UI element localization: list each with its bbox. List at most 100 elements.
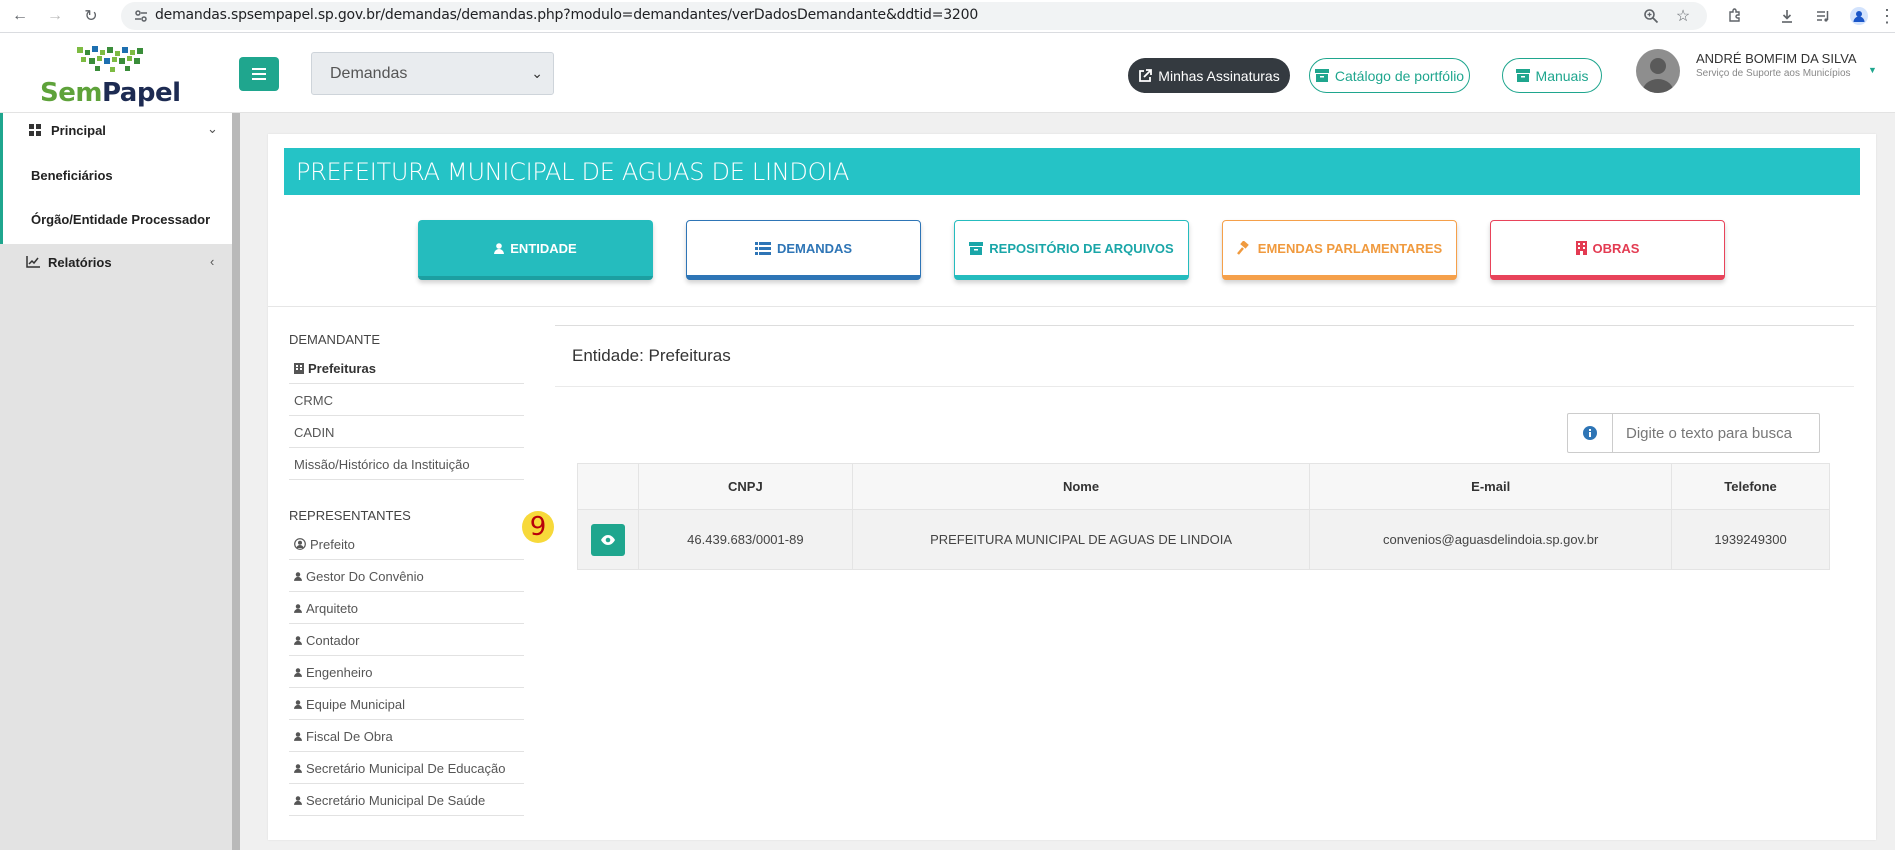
catalogo-portfolio-button[interactable]: Catálogo de portfólio	[1309, 58, 1470, 93]
user-circle-icon	[294, 538, 306, 550]
view-button[interactable]	[590, 523, 625, 556]
tab-repositorio-arquivos[interactable]: REPOSITÓRIO DE ARQUIVOS	[954, 220, 1189, 280]
item-label: Arquiteto	[306, 601, 359, 616]
info-icon[interactable]	[1568, 414, 1613, 452]
item-label: Secretário Municipal De Saúde	[306, 793, 486, 808]
reload-icon[interactable]: ↻	[80, 5, 102, 27]
profile-icon[interactable]	[1848, 5, 1870, 27]
table-header-nome[interactable]: Nome	[851, 463, 1311, 510]
item-label: Prefeito	[310, 537, 355, 552]
search-input[interactable]	[1614, 414, 1819, 452]
representantes-section-title: REPRESENTANTES	[289, 508, 411, 523]
line-chart-icon	[26, 256, 40, 268]
representante-item-fiscal-obra[interactable]: Fiscal De Obra	[289, 720, 524, 752]
manuais-button[interactable]: Manuais	[1502, 58, 1602, 93]
representante-item-equipe-municipal[interactable]: Equipe Municipal	[289, 688, 524, 720]
sidebar: Principal ⌄ Beneficiários Órgão/Entidade…	[0, 113, 232, 850]
sidebar-item-principal[interactable]: Principal	[29, 123, 106, 138]
logo-mosaic-icon	[77, 46, 143, 72]
page-title: PREFEITURA MUNICIPAL DE AGUAS DE LINDOIA	[284, 148, 1860, 195]
demandante-item-prefeituras[interactable]: Prefeituras	[289, 352, 524, 384]
bookmark-star-icon[interactable]: ☆	[1672, 5, 1694, 27]
download-icon[interactable]	[1776, 5, 1798, 27]
user-icon	[294, 700, 302, 709]
representante-item-contador[interactable]: Contador	[289, 624, 524, 656]
manuais-label: Manuais	[1535, 67, 1589, 84]
search-box	[1567, 413, 1820, 453]
logo-text: SemPapel	[40, 78, 181, 108]
table-header-cnpj[interactable]: CNPJ	[637, 463, 853, 510]
demandante-section-title: DEMANDANTE	[289, 332, 381, 347]
dashboard-icon	[29, 124, 41, 136]
sidebar-item-orgao-entidade[interactable]: Órgão/Entidade Processador	[31, 212, 210, 227]
user-organization: Serviço de Suporte aos Municípios	[1696, 68, 1851, 79]
item-label: Contador	[306, 633, 360, 648]
user-icon	[294, 572, 302, 581]
extensions-icon[interactable]	[1724, 5, 1746, 27]
user-icon	[294, 764, 302, 773]
table-cell-telefone: 1939249300	[1671, 509, 1830, 570]
chevron-left-icon[interactable]: ‹	[210, 254, 214, 269]
annotation-number-badge: 9	[522, 511, 554, 543]
module-select[interactable]: Demandas ⌄	[311, 52, 554, 95]
table-header-actions	[577, 463, 639, 510]
representante-item-secretario-educacao[interactable]: Secretário Municipal De Educação	[289, 752, 524, 784]
list-icon	[754, 241, 771, 255]
tab-emendas-parlamentares[interactable]: EMENDAS PARLAMENTARES	[1222, 220, 1457, 280]
representante-item-gestor-convenio[interactable]: Gestor Do Convênio	[289, 560, 524, 592]
forward-arrow-icon[interactable]: →	[44, 5, 66, 27]
table-row: 46.439.683/0001-89 PREFEITURA MUNICIPAL …	[577, 509, 1830, 570]
chevron-down-icon[interactable]: ⌄	[207, 121, 218, 137]
tab-label: REPOSITÓRIO DE ARQUIVOS	[989, 240, 1174, 256]
table-header-telefone[interactable]: Telefone	[1671, 463, 1830, 510]
minhas-assinaturas-label: Minhas Assinaturas	[1158, 67, 1280, 84]
browser-menu-icon[interactable]: ⋮	[1876, 5, 1895, 27]
sidebar-scrollbar[interactable]	[232, 113, 240, 850]
user-icon	[294, 796, 302, 805]
item-label: Gestor Do Convênio	[306, 569, 424, 584]
site-settings-icon[interactable]	[130, 5, 152, 27]
address-bar-url[interactable]: demandas.spsempapel.sp.gov.br/demandas/d…	[155, 7, 978, 23]
demandante-item-crmc[interactable]: CRMC	[289, 384, 524, 416]
demandante-item-cadin[interactable]: CADIN	[289, 416, 524, 448]
representante-item-prefeito[interactable]: Prefeito	[289, 528, 524, 560]
caret-down-icon[interactable]: ▼	[1868, 65, 1877, 75]
user-icon	[494, 242, 505, 254]
building-icon	[1575, 241, 1587, 255]
tab-entidade[interactable]: ENTIDADE	[418, 220, 653, 280]
building-icon	[294, 363, 304, 374]
user-icon	[294, 668, 302, 677]
minhas-assinaturas-button[interactable]: Minhas Assinaturas	[1128, 58, 1290, 93]
catalogo-portfolio-label: Catálogo de portfólio	[1334, 67, 1465, 84]
table-header-email[interactable]: E-mail	[1309, 463, 1673, 510]
user-icon	[294, 732, 302, 741]
external-link-icon	[1139, 68, 1153, 82]
avatar[interactable]	[1636, 49, 1680, 93]
item-label: Fiscal De Obra	[306, 729, 393, 744]
representante-item-engenheiro[interactable]: Engenheiro	[289, 656, 524, 688]
eye-icon	[600, 534, 615, 545]
table-cell-email: convenios@aguasdelindoia.sp.gov.br	[1309, 509, 1673, 570]
media-control-icon[interactable]	[1812, 5, 1834, 27]
archive-icon	[969, 241, 984, 255]
user-name[interactable]: ANDRÉ BOMFIM DA SILVA	[1696, 51, 1857, 66]
browser-toolbar: ← → ↻ demandas.spsempapel.sp.gov.br/dema…	[0, 0, 1895, 33]
tab-obras[interactable]: OBRAS	[1490, 220, 1725, 280]
item-label: Engenheiro	[306, 665, 373, 680]
zoom-icon[interactable]	[1640, 5, 1662, 27]
sidebar-item-beneficiarios[interactable]: Beneficiários	[31, 168, 113, 183]
sempapel-logo[interactable]: SemPapel	[40, 44, 181, 108]
hamburger-icon	[252, 68, 266, 80]
item-label: Secretário Municipal De Educação	[306, 761, 506, 776]
item-label: Equipe Municipal	[306, 697, 406, 712]
representante-item-arquiteto[interactable]: Arquiteto	[289, 592, 524, 624]
user-icon	[294, 604, 302, 613]
back-arrow-icon[interactable]: ←	[9, 5, 31, 27]
sidebar-item-relatorios[interactable]: Relatórios	[26, 255, 112, 270]
sidebar-menu-principal: Principal ⌄ Beneficiários Órgão/Entidade…	[0, 113, 232, 244]
demandante-item-missao-historico[interactable]: Missão/Histórico da Instituição	[289, 448, 524, 480]
representante-item-secretario-saude[interactable]: Secretário Municipal De Saúde	[289, 784, 524, 816]
tab-demandas[interactable]: DEMANDAS	[686, 220, 921, 280]
user-icon	[294, 636, 302, 645]
menu-toggle-button[interactable]	[239, 57, 279, 91]
